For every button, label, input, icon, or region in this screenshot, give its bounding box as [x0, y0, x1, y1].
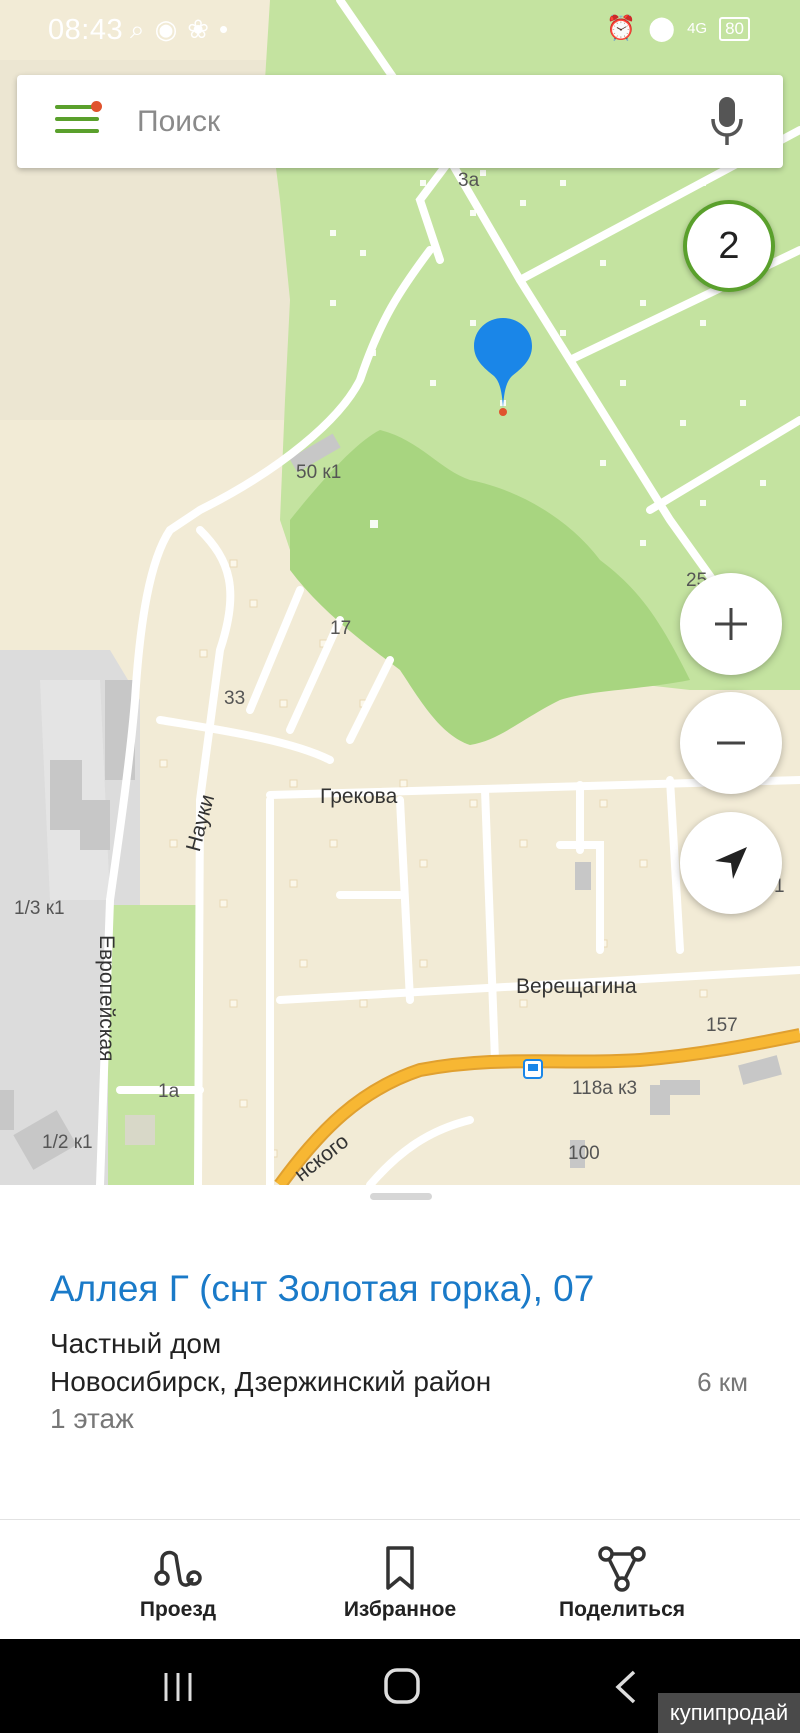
notification-dot [91, 101, 102, 112]
street-label-grekova: Грекова [320, 785, 398, 808]
place-title[interactable]: Аллея Г (снт Золотая горка), 07 [50, 1268, 594, 1310]
building-label: 33 [224, 688, 246, 709]
place-type: Частный дом [50, 1328, 222, 1359]
sheet-handle[interactable] [370, 1193, 432, 1200]
map-canvas [0, 0, 800, 1185]
route-label: Проезд [139, 1598, 217, 1621]
status-right-icons: ⏰ ⬤ 4G 80 [606, 14, 750, 43]
building-label: 1а [158, 1081, 180, 1102]
building-label: 50 к1 [296, 462, 342, 483]
favorites-label: Избранное [343, 1598, 457, 1621]
share-label: Поделиться [558, 1598, 686, 1621]
back-icon[interactable] [612, 1669, 640, 1705]
results-counter-button[interactable]: 2 [683, 200, 775, 292]
home-icon[interactable] [383, 1667, 421, 1705]
place-distance: 6 км [697, 1367, 748, 1397]
recents-icon[interactable] [160, 1671, 196, 1703]
bookmark-icon [386, 1546, 414, 1590]
street-label-vereshchagina: Верещагина [516, 975, 637, 998]
building-label: 1/2 к1 [42, 1132, 93, 1153]
dot-icon: • [219, 14, 229, 44]
building-label: 157 [706, 1015, 738, 1036]
zoom-in-icon [715, 608, 747, 640]
watermark: купипродай [658, 1693, 800, 1733]
sberbank-icon: ◉ [154, 14, 178, 44]
my-location-icon [715, 847, 747, 879]
paw-icon: ❀ [187, 14, 210, 44]
place-floors: 1 этаж [50, 1403, 134, 1434]
street-label-evropeyskaya: Европейская [95, 935, 118, 1062]
share-button[interactable]: Поделиться [522, 1544, 722, 1622]
battery-icon: 80 [719, 16, 750, 41]
location-pin-icon[interactable] [472, 316, 534, 420]
alarm-icon: ⏰ [606, 15, 637, 42]
zoom-out-button[interactable] [680, 692, 782, 794]
status-time: 08:43 [48, 14, 124, 46]
building-label: 17 [330, 618, 352, 639]
building-label: 100 [568, 1143, 600, 1164]
share-icon [598, 1546, 646, 1592]
map-view[interactable]: 3а 50 к1 17 33 25 1/3 к1 1а 1/2 к1 157 1… [0, 0, 800, 1185]
search-bar [17, 75, 783, 168]
building-label: 1/3 к1 [14, 898, 65, 919]
status-bar: 08:43 ⌕ ◉ ❀ • ⏰ ⬤ 4G 80 [0, 0, 800, 60]
route-button[interactable]: Проезд [78, 1544, 278, 1622]
network-icon: 4G [687, 20, 708, 37]
building-label: 118а к3 [572, 1078, 638, 1099]
search-input[interactable] [135, 97, 699, 147]
building-label: 3а [458, 170, 480, 191]
search-icon: ⌕ [130, 14, 145, 44]
route-icon [154, 1550, 202, 1587]
microphone-icon[interactable] [709, 95, 745, 147]
action-bar: Проезд Избранное Поделиться [0, 1519, 800, 1640]
my-location-button[interactable] [680, 812, 782, 914]
zoom-in-button[interactable] [680, 573, 782, 675]
status-left-icons: ⌕ ◉ ❀ • [130, 14, 228, 46]
place-address: Новосибирск, Дзержинский район [50, 1366, 492, 1397]
location-icon: ⬤ [648, 15, 676, 42]
zoom-out-icon [717, 741, 745, 745]
favorites-button[interactable]: Избранное [300, 1544, 500, 1622]
